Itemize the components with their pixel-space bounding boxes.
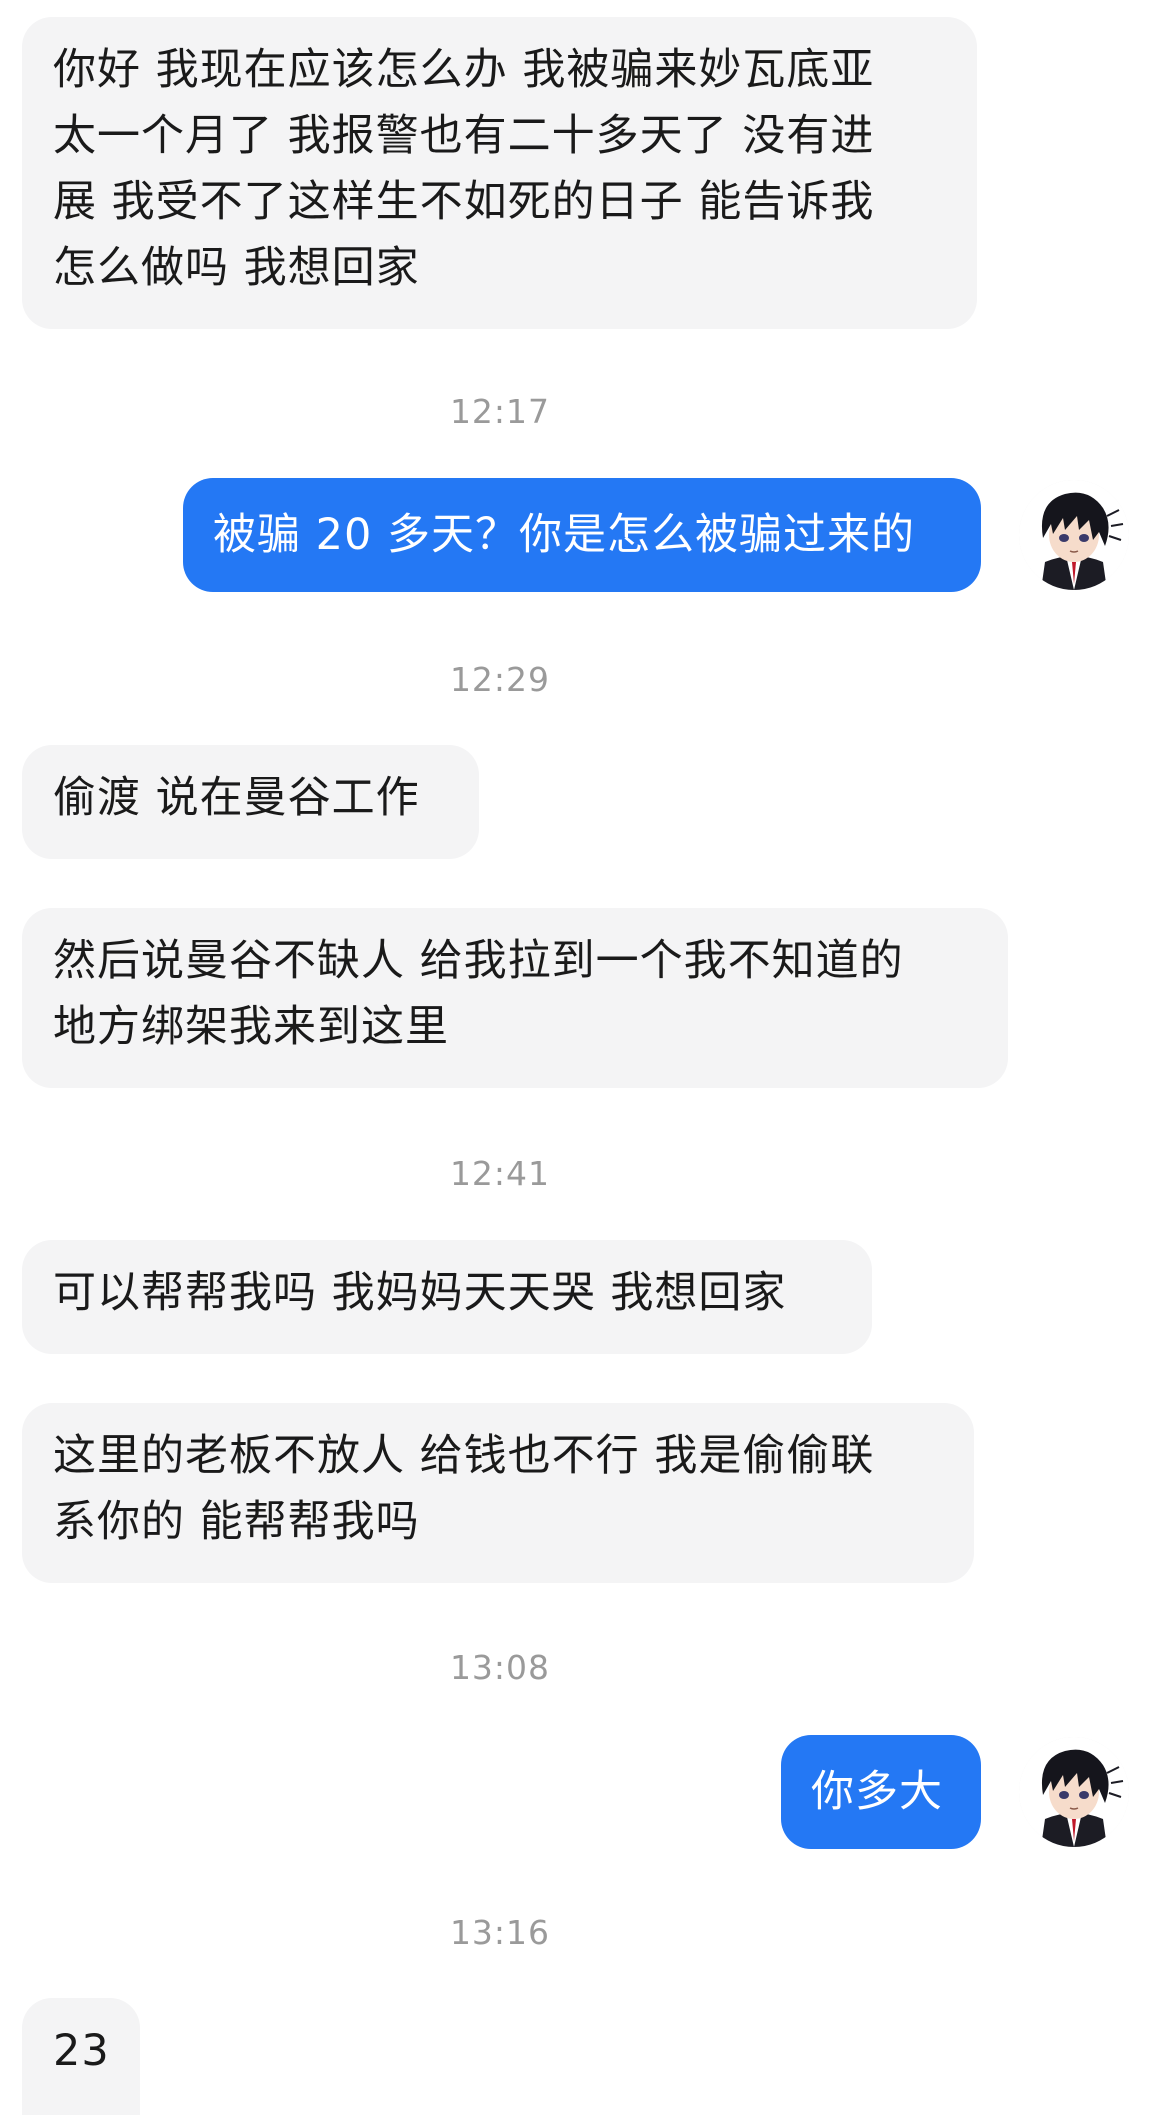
timestamp: 12:17 [449,392,551,431]
timestamp: 12:29 [449,660,551,699]
chat-thread[interactable]: 你好 我现在应该怎么办 我被骗来妙瓦底亚 太一个月了 我报警也有二十多天了 没有… [0,0,1160,2115]
timestamp: 13:16 [449,1913,551,1952]
timestamp: 12:41 [449,1154,551,1193]
incoming-message[interactable]: 你好 我现在应该怎么办 我被骗来妙瓦底亚 太一个月了 我报警也有二十多天了 没有… [22,17,977,329]
outgoing-message[interactable]: 被骗 20 多天？你是怎么被骗过来的 [183,478,981,592]
incoming-message[interactable]: 偷渡 说在曼谷工作 [22,745,479,859]
incoming-message[interactable]: 可以帮帮我吗 我妈妈天天哭 我想回家 [22,1240,872,1354]
user-avatar[interactable] [1019,1737,1129,1847]
incoming-message[interactable]: 然后说曼谷不缺人 给我拉到一个我不知道的 地方绑架我来到这里 [22,908,1008,1088]
anime-boy-avatar-icon [1019,1737,1129,1847]
anime-boy-avatar-icon [1019,480,1129,590]
incoming-message[interactable]: 23 [22,1998,140,2115]
incoming-message[interactable]: 这里的老板不放人 给钱也不行 我是偷偷联 系你的 能帮帮我吗 [22,1403,974,1583]
timestamp: 13:08 [449,1648,551,1687]
user-avatar[interactable] [1019,480,1129,590]
outgoing-message[interactable]: 你多大 [781,1735,981,1849]
